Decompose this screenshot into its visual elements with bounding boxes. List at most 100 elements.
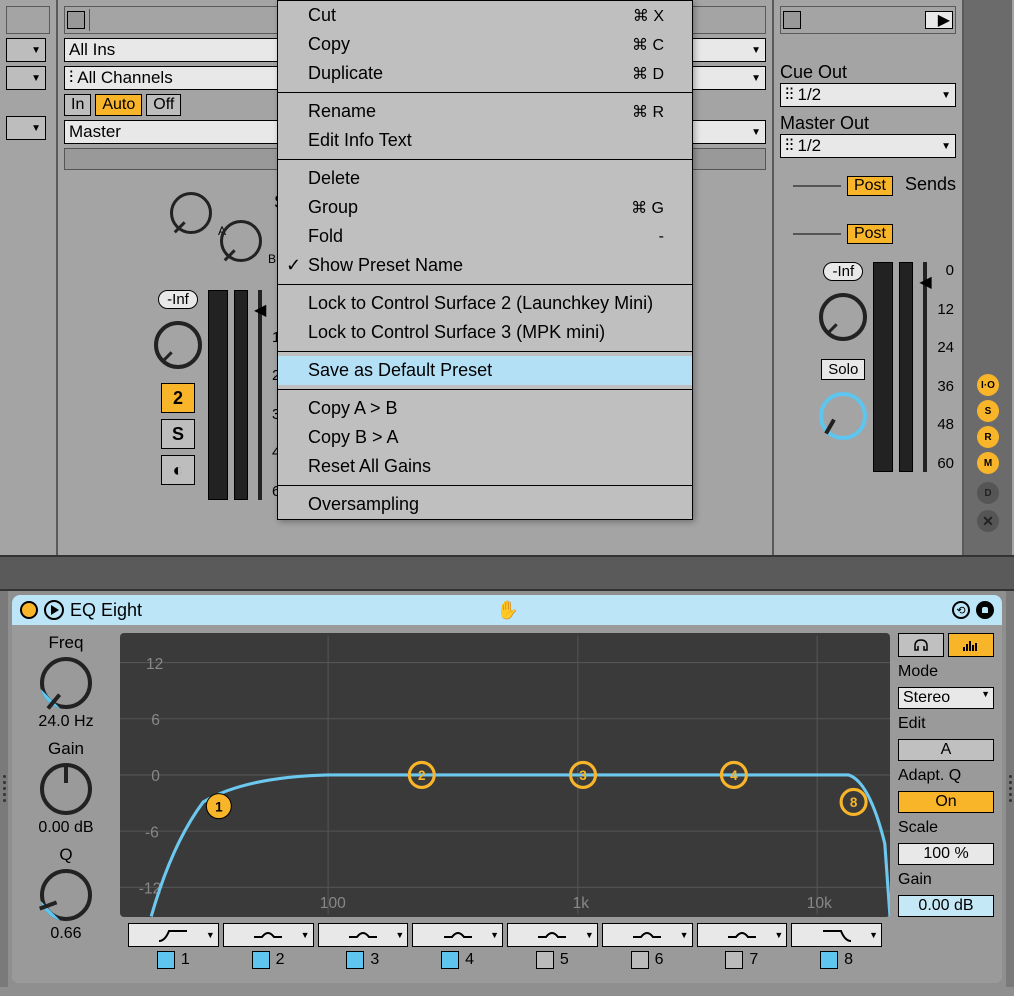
menu-item-group[interactable]: Group⌘ G bbox=[278, 193, 692, 222]
band-on-toggle[interactable] bbox=[631, 951, 649, 969]
menu-item-lock-to-control-surface-2-launchkey-mini[interactable]: Lock to Control Surface 2 (Launchkey Min… bbox=[278, 289, 692, 318]
menu-item-shortcut: ⌘ D bbox=[632, 64, 664, 84]
clip-slot-master[interactable]: ▶ bbox=[780, 6, 956, 34]
menu-item-label: Copy bbox=[308, 34, 350, 55]
io-dropdown[interactable] bbox=[6, 116, 46, 140]
monitor-in-button[interactable]: In bbox=[64, 94, 91, 116]
band-on-toggle[interactable] bbox=[725, 951, 743, 969]
level-meter bbox=[873, 262, 893, 472]
drag-handle-left[interactable] bbox=[0, 591, 8, 987]
stop-button[interactable] bbox=[67, 11, 85, 29]
eq-chart[interactable]: 12 6 0 -6 -12 100 1k 10k 1 2 3 4 bbox=[120, 633, 890, 917]
freq-knob[interactable] bbox=[40, 657, 92, 709]
play-all-button[interactable]: ▶ bbox=[925, 11, 953, 29]
band-type-dropdown[interactable] bbox=[602, 923, 693, 947]
m-toggle[interactable]: M bbox=[977, 452, 999, 474]
band-type-dropdown[interactable] bbox=[697, 923, 788, 947]
send-b-knob[interactable] bbox=[220, 220, 262, 262]
s-toggle[interactable]: S bbox=[977, 400, 999, 422]
d-toggle[interactable]: D bbox=[977, 482, 999, 504]
fader-thumb[interactable] bbox=[248, 304, 272, 316]
side-button-strip: I·O S R M D ✕ bbox=[964, 0, 1012, 555]
menu-item-copy-a-b[interactable]: Copy A > B bbox=[278, 394, 692, 423]
menu-item-copy-b-a[interactable]: Copy B > A bbox=[278, 423, 692, 452]
vol-display[interactable]: -Inf bbox=[823, 262, 863, 281]
solo-cue-button[interactable]: Solo bbox=[821, 359, 865, 380]
menu-item-label: Rename bbox=[308, 101, 376, 122]
band-on-toggle[interactable] bbox=[252, 951, 270, 969]
band-type-dropdown[interactable] bbox=[318, 923, 409, 947]
band-on-toggle[interactable] bbox=[441, 951, 459, 969]
q-label: Q bbox=[59, 845, 72, 865]
edit-ab-button[interactable]: A bbox=[898, 739, 994, 761]
monitor-off-button[interactable]: Off bbox=[146, 94, 181, 116]
band-type-dropdown[interactable] bbox=[128, 923, 219, 947]
clip-slot[interactable] bbox=[6, 6, 50, 34]
spectrum-button[interactable] bbox=[948, 633, 994, 657]
menu-item-label: Show Preset Name bbox=[308, 255, 463, 276]
band-on-toggle[interactable] bbox=[157, 951, 175, 969]
menu-item-oversampling[interactable]: Oversampling bbox=[278, 490, 692, 519]
post-button-b[interactable]: Post bbox=[847, 224, 893, 244]
fader-thumb[interactable] bbox=[913, 276, 937, 288]
io-toggle[interactable]: I·O bbox=[977, 374, 999, 396]
band-on-toggle[interactable] bbox=[820, 951, 838, 969]
vol-display[interactable]: -Inf bbox=[158, 290, 198, 309]
horizontal-divider[interactable] bbox=[0, 555, 1014, 591]
post-button-a[interactable]: Post bbox=[847, 176, 893, 196]
send-a-knob[interactable] bbox=[170, 192, 212, 234]
drag-handle-right[interactable] bbox=[1006, 591, 1014, 987]
monitor-auto-button[interactable]: Auto bbox=[95, 94, 142, 116]
output-gain-label: Gain bbox=[898, 871, 994, 889]
gain-value[interactable]: 0.00 dB bbox=[38, 819, 93, 837]
cue-out-dropdown[interactable]: ⫶⫶1/2 bbox=[780, 83, 956, 107]
hot-swap-icon[interactable]: ⟲ bbox=[952, 601, 970, 619]
master-out-dropdown[interactable]: ⫶⫶1/2 bbox=[780, 134, 956, 158]
close-icon[interactable]: ✕ bbox=[977, 510, 999, 532]
track-activator[interactable]: 2 bbox=[161, 383, 195, 413]
save-preset-icon[interactable] bbox=[976, 601, 994, 619]
io-dropdown[interactable] bbox=[6, 66, 46, 90]
band-type-dropdown[interactable] bbox=[223, 923, 314, 947]
q-value[interactable]: 0.66 bbox=[50, 925, 81, 943]
device-on-button[interactable] bbox=[20, 601, 38, 619]
scale-value[interactable]: 100 % bbox=[898, 843, 994, 865]
volume-fader[interactable] bbox=[258, 290, 262, 500]
headphone-button[interactable] bbox=[898, 633, 944, 657]
volume-fader[interactable] bbox=[923, 262, 927, 472]
band-on-toggle[interactable] bbox=[536, 951, 554, 969]
record-button[interactable]: ◐ bbox=[161, 455, 195, 485]
band-on-toggle[interactable] bbox=[346, 951, 364, 969]
band-type-dropdown[interactable] bbox=[791, 923, 882, 947]
q-knob[interactable] bbox=[40, 869, 92, 921]
band-type-dropdown[interactable] bbox=[412, 923, 503, 947]
stop-button[interactable] bbox=[783, 11, 801, 29]
band-type-dropdown[interactable] bbox=[507, 923, 598, 947]
band-4: 4 bbox=[412, 923, 503, 969]
menu-item-fold[interactable]: Fold- bbox=[278, 222, 692, 251]
pan-knob[interactable] bbox=[154, 321, 202, 369]
r-toggle[interactable]: R bbox=[977, 426, 999, 448]
menu-item-save-as-default-preset[interactable]: Save as Default Preset bbox=[278, 356, 692, 385]
menu-item-cut[interactable]: Cut⌘ X bbox=[278, 1, 692, 30]
solo-button[interactable]: S bbox=[161, 419, 195, 449]
device-expand-button[interactable] bbox=[44, 600, 64, 620]
menu-item-rename[interactable]: Rename⌘ R bbox=[278, 97, 692, 126]
cue-volume-knob[interactable] bbox=[819, 392, 867, 440]
meter-scale: 0 12 24 36 48 60 bbox=[937, 262, 956, 472]
gain-knob[interactable] bbox=[40, 763, 92, 815]
menu-item-label: Copy A > B bbox=[308, 398, 398, 419]
io-dropdown[interactable] bbox=[6, 38, 46, 62]
output-gain-value[interactable]: 0.00 dB bbox=[898, 895, 994, 917]
pan-knob[interactable] bbox=[819, 293, 867, 341]
freq-value[interactable]: 24.0 Hz bbox=[38, 713, 93, 731]
menu-item-copy[interactable]: Copy⌘ C bbox=[278, 30, 692, 59]
menu-item-reset-all-gains[interactable]: Reset All Gains bbox=[278, 452, 692, 481]
menu-item-delete[interactable]: Delete bbox=[278, 164, 692, 193]
menu-item-duplicate[interactable]: Duplicate⌘ D bbox=[278, 59, 692, 88]
menu-item-show-preset-name[interactable]: ✓Show Preset Name bbox=[278, 251, 692, 280]
menu-item-edit-info-text[interactable]: Edit Info Text bbox=[278, 126, 692, 155]
mode-dropdown[interactable]: Stereo bbox=[898, 687, 994, 709]
adaptq-button[interactable]: On bbox=[898, 791, 994, 813]
menu-item-lock-to-control-surface-3-mpk-mini[interactable]: Lock to Control Surface 3 (MPK mini) bbox=[278, 318, 692, 347]
